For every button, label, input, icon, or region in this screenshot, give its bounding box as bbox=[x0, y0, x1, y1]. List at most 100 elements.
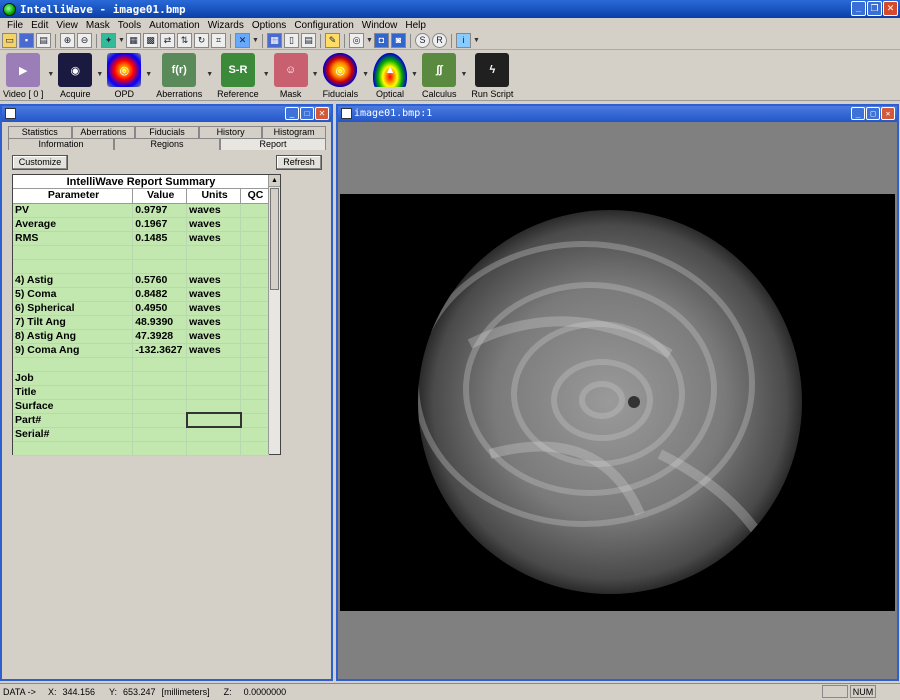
image-maximize-button[interactable]: □ bbox=[866, 107, 880, 120]
param-cell[interactable]: Job bbox=[13, 371, 134, 386]
r-icon[interactable]: R bbox=[432, 33, 447, 48]
units-cell[interactable] bbox=[186, 399, 242, 414]
menu-automation[interactable]: Automation bbox=[145, 20, 204, 31]
table-icon[interactable]: ▦ bbox=[267, 33, 282, 48]
fiducials-dropdown-icon[interactable]: ▼ bbox=[362, 71, 369, 78]
opd-dropdown-icon[interactable]: ▼ bbox=[145, 71, 152, 78]
flip-h-icon[interactable]: ⇄ bbox=[160, 33, 175, 48]
param-cell[interactable] bbox=[13, 441, 134, 456]
units-cell[interactable]: waves bbox=[186, 301, 242, 316]
units-cell[interactable]: waves bbox=[186, 329, 242, 344]
video-dropdown-icon[interactable]: ▼ bbox=[47, 71, 54, 78]
value-cell[interactable]: -132.3627 bbox=[132, 343, 188, 358]
palette-icon[interactable]: ✦ bbox=[101, 33, 116, 48]
value-cell[interactable] bbox=[132, 441, 188, 456]
s-icon[interactable]: S bbox=[415, 33, 430, 48]
param-cell[interactable]: 4) Astig bbox=[13, 273, 134, 288]
intelliwave-app-icon[interactable] bbox=[3, 2, 16, 16]
report-icon[interactable]: ▤ bbox=[301, 33, 316, 48]
rotate-icon[interactable]: ↻ bbox=[194, 33, 209, 48]
param-cell[interactable]: PV bbox=[13, 203, 134, 218]
reference-dropdown-icon[interactable]: ▼ bbox=[263, 71, 270, 78]
calculus-dropdown-icon[interactable]: ▼ bbox=[460, 71, 467, 78]
menu-wizards[interactable]: Wizards bbox=[204, 20, 248, 31]
document-icon[interactable]: ▯ bbox=[284, 33, 299, 48]
units-cell[interactable] bbox=[186, 245, 242, 260]
panel-minimize-button[interactable]: _ bbox=[285, 107, 299, 120]
value-cell[interactable] bbox=[132, 427, 188, 442]
flip-v-icon[interactable]: ⇅ bbox=[177, 33, 192, 48]
print-icon[interactable]: ▤ bbox=[36, 33, 51, 48]
units-cell[interactable] bbox=[186, 357, 242, 372]
param-cell[interactable] bbox=[13, 245, 134, 260]
value-cell[interactable]: 0.8482 bbox=[132, 287, 188, 302]
tab-information[interactable]: Information bbox=[8, 138, 114, 150]
optical-dropdown-icon[interactable]: ▼ bbox=[411, 71, 418, 78]
param-cell[interactable]: Serial# bbox=[13, 427, 134, 442]
fiducials-button[interactable]: ◎ Fiducials bbox=[323, 51, 358, 99]
grid-icon[interactable]: ▦ bbox=[126, 33, 141, 48]
restore-button[interactable]: ❐ bbox=[867, 1, 882, 16]
info-dropdown-icon[interactable]: ▼ bbox=[473, 37, 480, 44]
param-cell[interactable]: Part# bbox=[13, 413, 134, 428]
qc-cell[interactable] bbox=[240, 441, 269, 456]
menu-window[interactable]: Window bbox=[358, 20, 402, 31]
close-button[interactable]: ✕ bbox=[883, 1, 898, 16]
units-cell[interactable] bbox=[186, 385, 242, 400]
target-icon[interactable]: ◎ bbox=[349, 33, 364, 48]
tab-aberrations[interactable]: Aberrations bbox=[71, 126, 136, 138]
value-cell[interactable] bbox=[132, 259, 188, 274]
menu-help[interactable]: Help bbox=[401, 20, 430, 31]
units-cell[interactable]: waves bbox=[186, 287, 242, 302]
tab-history[interactable]: History bbox=[198, 126, 263, 138]
scroll-thumb[interactable] bbox=[270, 188, 279, 290]
image-close-button[interactable]: ✕ bbox=[881, 107, 895, 120]
qc-cell[interactable] bbox=[240, 357, 269, 372]
qc-cell[interactable] bbox=[240, 217, 269, 232]
pencil-icon[interactable]: ✎ bbox=[325, 33, 340, 48]
param-cell[interactable]: 6) Spherical bbox=[13, 301, 134, 316]
units-cell[interactable] bbox=[186, 371, 242, 386]
param-cell[interactable]: 5) Coma bbox=[13, 287, 134, 302]
aberrations-dropdown-icon[interactable]: ▼ bbox=[206, 71, 213, 78]
value-cell[interactable] bbox=[132, 399, 188, 414]
param-cell[interactable] bbox=[13, 259, 134, 274]
menu-tools[interactable]: Tools bbox=[114, 20, 145, 31]
save-icon[interactable]: ▪ bbox=[19, 33, 34, 48]
param-cell[interactable]: Title bbox=[13, 385, 134, 400]
menu-options[interactable]: Options bbox=[248, 20, 290, 31]
calculus-button[interactable]: ∫∫ Calculus bbox=[422, 51, 456, 99]
transform-icon[interactable]: ✕ bbox=[235, 33, 250, 48]
qc-cell[interactable] bbox=[240, 203, 269, 218]
value-cell[interactable] bbox=[132, 385, 188, 400]
value-cell[interactable] bbox=[132, 371, 188, 386]
run-script-button[interactable]: ϟ Run Script bbox=[471, 51, 513, 99]
palette-dropdown-icon[interactable]: ▼ bbox=[118, 37, 125, 44]
tab-fiducials[interactable]: Fiducials bbox=[135, 126, 199, 138]
param-cell[interactable]: RMS bbox=[13, 231, 134, 246]
image-window-icon[interactable] bbox=[341, 108, 352, 119]
transform-dropdown-icon[interactable]: ▼ bbox=[252, 37, 259, 44]
value-cell[interactable] bbox=[132, 357, 188, 372]
crop-icon[interactable]: ⌗ bbox=[211, 33, 226, 48]
scroll-up-icon[interactable]: ▲ bbox=[269, 175, 280, 187]
qc-cell[interactable] bbox=[240, 301, 269, 316]
tab-regions[interactable]: Regions bbox=[114, 138, 220, 150]
qc-cell[interactable] bbox=[240, 427, 269, 442]
param-cell[interactable] bbox=[13, 357, 134, 372]
qc-cell[interactable] bbox=[240, 329, 269, 344]
value-cell[interactable]: 0.4950 bbox=[132, 301, 188, 316]
interferogram-image[interactable] bbox=[340, 194, 895, 611]
tab-report[interactable]: Report bbox=[220, 138, 326, 150]
customize-button[interactable]: Customize bbox=[12, 155, 68, 170]
qc-cell[interactable] bbox=[240, 315, 269, 330]
units-cell[interactable]: waves bbox=[186, 203, 242, 218]
qc-cell[interactable] bbox=[240, 385, 269, 400]
qc-cell[interactable] bbox=[240, 245, 269, 260]
camera-small-icon[interactable]: ◘ bbox=[374, 33, 389, 48]
refresh-button[interactable]: Refresh bbox=[276, 155, 322, 170]
menu-mask[interactable]: Mask bbox=[82, 20, 114, 31]
units-cell[interactable]: waves bbox=[186, 315, 242, 330]
qc-cell[interactable] bbox=[240, 287, 269, 302]
units-cell[interactable]: waves bbox=[186, 231, 242, 246]
